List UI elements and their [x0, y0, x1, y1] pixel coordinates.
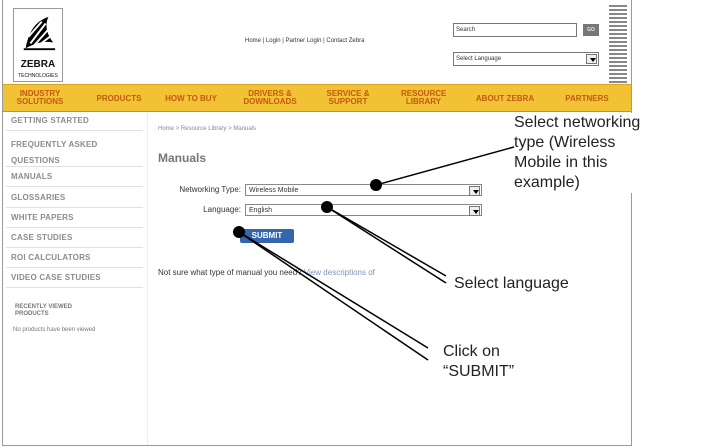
go-button[interactable]: GO — [583, 24, 599, 36]
breadcrumb[interactable]: Home > Resource Library > Manuals — [158, 126, 256, 132]
sidebar-item-glossaries[interactable]: GLOSSARIES — [11, 194, 143, 202]
nav-resource-library[interactable]: RESOURCE LIBRARY — [401, 90, 446, 108]
nav-service-support[interactable]: SERVICE & SUPPORT — [323, 90, 373, 108]
logo-subtext: TECHNOLOGIES — [18, 73, 58, 79]
nav-drivers-downloads[interactable]: DRIVERS & DOWNLOADS — [242, 90, 298, 108]
submit-button[interactable]: SUBMIT — [240, 229, 294, 243]
sidebar-divider — [6, 287, 143, 288]
sidebar-divider — [6, 130, 143, 131]
manual-help-note: Not sure what type of manual you need? V… — [158, 268, 375, 277]
sidebar-item-case-studies[interactable]: CASE STUDIES — [11, 234, 143, 242]
recent-products-text: No products have been viewed — [13, 327, 96, 333]
left-sidebar: GETTING STARTED FREQUENTLY ASKED QUESTIO… — [3, 112, 148, 445]
page-title: Manuals — [158, 151, 207, 165]
site-language-select[interactable]: Select Language — [453, 52, 599, 66]
barcode-stripes-decoration — [609, 5, 627, 83]
dropdown-arrow-icon[interactable] — [469, 186, 480, 196]
networking-type-select[interactable]: Wireless Mobile — [245, 184, 482, 196]
nav-partners[interactable]: PARTNERS — [557, 95, 617, 113]
sidebar-item-white-papers[interactable]: WHITE PAPERS — [11, 214, 143, 222]
view-descriptions-link[interactable]: View descriptions of — [304, 268, 375, 277]
sidebar-divider — [6, 267, 143, 268]
nav-industry-solutions[interactable]: INDUSTRY SOLUTIONS — [15, 90, 65, 108]
sidebar-item-manuals[interactable]: MANUALS — [11, 173, 143, 181]
sidebar-divider — [6, 166, 143, 167]
callout-submit-text: Click on “SUBMIT” — [443, 342, 563, 382]
sidebar-item-roi-calculators[interactable]: ROI CALCULATORS — [11, 254, 143, 262]
sidebar-divider — [6, 247, 143, 248]
callout-networking-text: Select networking type (Wireless Mobile … — [514, 113, 699, 193]
dropdown-arrow-icon[interactable] — [586, 54, 597, 64]
networking-type-value: Wireless Mobile — [249, 187, 299, 194]
nav-products[interactable]: PRODUCTS — [94, 95, 144, 113]
zebra-logo[interactable]: ZEBRA TECHNOLOGIES — [13, 8, 63, 82]
nav-how-to-buy[interactable]: HOW TO BUY — [164, 95, 218, 113]
sidebar-item-getting-started[interactable]: GETTING STARTED — [11, 117, 143, 125]
manual-help-text: Not sure what type of manual you need? — [158, 268, 302, 277]
callout-language-text: Select language — [454, 274, 624, 294]
nav-about-zebra[interactable]: ABOUT ZEBRA — [473, 95, 537, 113]
recent-products-title: RECENTLY VIEWED PRODUCTS — [15, 304, 73, 317]
sidebar-divider — [6, 227, 143, 228]
sidebar-divider — [6, 207, 143, 208]
top-links[interactable]: Home | Login | Partner Login | Contact Z… — [245, 38, 364, 44]
sidebar-item-faq[interactable]: FREQUENTLY ASKED QUESTIONS — [11, 137, 143, 169]
main-navigation: INDUSTRY SOLUTIONS PRODUCTS HOW TO BUY D… — [3, 84, 631, 112]
zebra-head-icon — [23, 16, 56, 51]
logo-text: ZEBRA — [16, 59, 60, 73]
language-select[interactable]: English — [245, 204, 482, 216]
dropdown-arrow-icon[interactable] — [469, 206, 480, 216]
site-language-value: Select Language — [456, 56, 502, 62]
sidebar-item-video-case-studies[interactable]: VIDEO CASE STUDIES — [11, 274, 143, 282]
networking-type-label: Networking Type: — [179, 185, 241, 194]
language-label: Language: — [203, 205, 241, 214]
sidebar-divider — [6, 186, 143, 187]
search-input[interactable]: Search — [453, 23, 577, 37]
language-value: English — [249, 207, 272, 214]
site-header: ZEBRA TECHNOLOGIES Home | Login | Partne… — [3, 0, 631, 84]
